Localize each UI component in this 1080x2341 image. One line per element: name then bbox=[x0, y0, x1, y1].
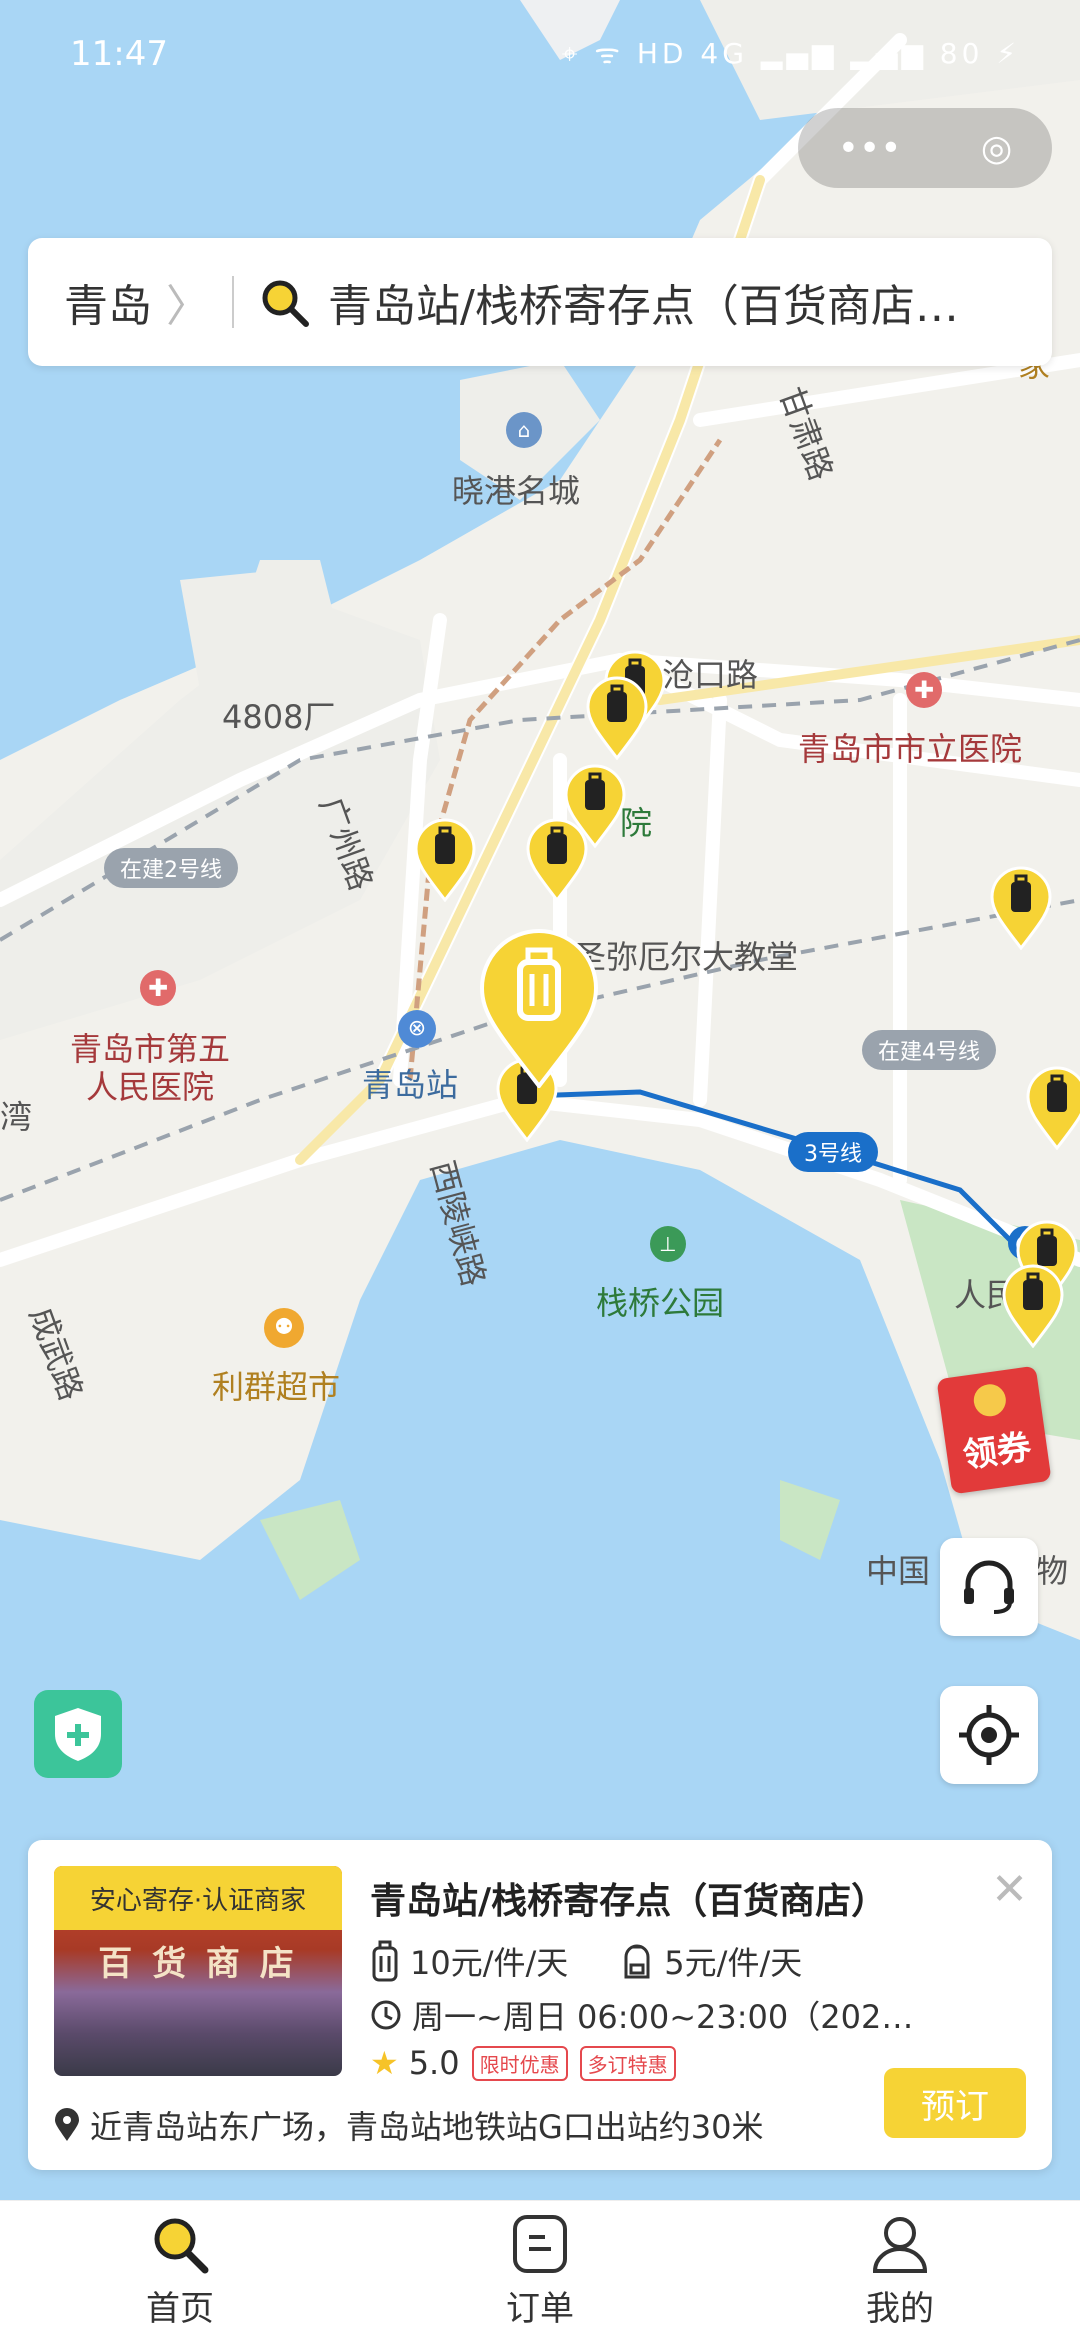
price-small: 5元/件/天 bbox=[664, 1944, 803, 1982]
status-bar: 11:47 ⌖ ᯤ HD 4G ▂▄▆ ▂▄▆ 80 ⚡ bbox=[0, 0, 1080, 100]
location-pin-icon bbox=[55, 2108, 79, 2141]
tab-home-label: 首页 bbox=[146, 2288, 214, 2329]
storage-pin-icon[interactable] bbox=[990, 866, 1052, 950]
tab-profile-label: 我的 bbox=[866, 2288, 934, 2329]
train-station-poi-icon[interactable]: ⊗ bbox=[398, 1010, 436, 1048]
status-icons: ⌖ ᯤ HD 4G ▂▄▆ ▂▄▆ 80 ⚡ bbox=[561, 37, 1020, 70]
address-text: 近青岛站东广场，青岛站地铁站G口出站约30米 bbox=[90, 2108, 764, 2146]
map-label-hospital-city[interactable]: 青岛市市立医院 bbox=[798, 724, 1022, 770]
storage-pin-icon[interactable] bbox=[414, 818, 476, 902]
address-row: 近青岛站东广场，青岛站地铁站G口出站约30米 bbox=[54, 2102, 764, 2148]
certified-merchant-badge: 安心寄存·认证商家 bbox=[54, 1866, 342, 1930]
coupon-label: 领券 bbox=[960, 1427, 1034, 1477]
map-label-cangkou-road: 沧口路 bbox=[662, 656, 759, 694]
map-label-liqun-market[interactable]: 利群超市 bbox=[212, 1362, 340, 1408]
bottom-tab-bar: 首页 订单 我的 bbox=[0, 2200, 1080, 2341]
map-label-factory[interactable]: 4808厂 bbox=[222, 692, 335, 738]
coupon-seal-icon bbox=[971, 1382, 1008, 1419]
storage-pin-icon[interactable] bbox=[1002, 1264, 1064, 1348]
search-input[interactable]: 青岛站/栈桥寄存点（百货商店… bbox=[328, 270, 1028, 334]
metro-line-4-badge: 在建4号线 bbox=[862, 1030, 996, 1070]
metro-line-3-badge: 3号线 bbox=[788, 1132, 878, 1172]
storage-title: 青岛站/栈桥寄存点（百货商店） bbox=[370, 1881, 888, 1922]
search-icon bbox=[262, 280, 309, 327]
clock-icon bbox=[371, 2000, 401, 2030]
storage-photo[interactable]: 百 货 商 店 安心寄存·认证商家 bbox=[54, 1866, 342, 2076]
park-poi-icon[interactable]: ⊥ bbox=[650, 1226, 686, 1262]
map-label-zhongguo[interactable]: 中国 bbox=[866, 1546, 930, 1592]
order-icon bbox=[513, 2214, 567, 2273]
shopping-poi-icon[interactable]: ⚉ bbox=[264, 1308, 304, 1348]
coupon-button[interactable]: 领券 bbox=[936, 1365, 1054, 1495]
price-row: 10元/件/天 5元/件/天 bbox=[370, 1938, 802, 1984]
close-target-icon[interactable]: ◎ bbox=[981, 128, 1012, 169]
tab-home[interactable]: 首页 bbox=[0, 2201, 360, 2341]
storage-pin-icon[interactable] bbox=[1026, 1066, 1080, 1150]
hours-row: 周一~周日 06:00~23:00（202… bbox=[370, 1992, 913, 2038]
backpack-icon bbox=[624, 1944, 650, 1979]
status-time: 11:47 bbox=[70, 34, 168, 74]
price-large: 10元/件/天 bbox=[410, 1944, 569, 1982]
user-icon bbox=[872, 2216, 928, 2273]
map-label-wan: 湾 bbox=[0, 1098, 33, 1136]
suitcase-icon bbox=[372, 1940, 398, 1982]
search-icon bbox=[154, 2218, 209, 2273]
map-label-hospital-5-line2[interactable]: 人民医院 bbox=[86, 1062, 214, 1108]
map-label-xiaogang[interactable]: 晓港名城 bbox=[452, 466, 580, 512]
metro-line-2-badge: 在建2号线 bbox=[104, 848, 238, 888]
search-bar[interactable]: 青岛 〉 青岛站/栈桥寄存点（百货商店… bbox=[28, 238, 1052, 366]
selected-storage-pin-icon[interactable] bbox=[478, 928, 600, 1088]
home-poi-icon[interactable]: ⌂ bbox=[506, 412, 542, 448]
search-divider bbox=[232, 276, 234, 328]
insurance-button[interactable] bbox=[34, 1690, 122, 1778]
storage-info-card[interactable]: 百 货 商 店 安心寄存·认证商家 青岛站/栈桥寄存点（百货商店） ✕ 10元/… bbox=[28, 1840, 1052, 2170]
book-button[interactable]: 预订 bbox=[884, 2068, 1026, 2138]
customer-service-button[interactable] bbox=[940, 1538, 1038, 1636]
locate-icon bbox=[959, 1705, 1019, 1765]
tab-profile[interactable]: 我的 bbox=[720, 2201, 1080, 2341]
tab-orders-label: 订单 bbox=[506, 2288, 574, 2329]
locate-button[interactable] bbox=[940, 1686, 1038, 1784]
more-icon[interactable]: ••• bbox=[838, 128, 902, 169]
opening-hours: 周一~周日 06:00~23:00（202… bbox=[412, 1998, 914, 2036]
red-envelope-icon: 领券 bbox=[936, 1365, 1052, 1495]
miniapp-capsule: ••• ◎ bbox=[798, 108, 1052, 188]
shield-plus-icon bbox=[55, 1708, 101, 1761]
map-label-zhanqiao-park[interactable]: 栈桥公园 bbox=[596, 1278, 724, 1324]
storage-pin-icon[interactable] bbox=[586, 676, 648, 760]
headset-icon bbox=[964, 1560, 1014, 1614]
city-selector[interactable]: 青岛 bbox=[64, 270, 152, 334]
storage-pin-icon[interactable] bbox=[526, 818, 588, 902]
hospital-poi-icon[interactable]: ✚ bbox=[140, 970, 176, 1006]
multi-order-tag: 多订特惠 bbox=[579, 2045, 676, 2081]
tab-orders[interactable]: 订单 bbox=[360, 2201, 720, 2341]
map-label-church[interactable]: 圣弥厄尔大教堂 bbox=[574, 932, 798, 978]
rating-row: ★ 5.0 限时优惠 多订特惠 bbox=[370, 2044, 676, 2082]
limited-offer-tag: 限时优惠 bbox=[471, 2045, 568, 2081]
close-icon[interactable]: ✕ bbox=[991, 1864, 1028, 1915]
rating-value: 5.0 bbox=[408, 2044, 460, 2082]
chevron-right-icon[interactable]: 〉 bbox=[166, 270, 210, 334]
map-label-wu: 物 bbox=[1036, 1552, 1069, 1590]
map-label-station[interactable]: 青岛站 bbox=[362, 1060, 458, 1106]
hospital-poi-icon[interactable]: ✚ bbox=[906, 672, 942, 708]
star-icon: ★ bbox=[370, 2044, 399, 2082]
photo-shop-sign: 百 货 商 店 bbox=[98, 1944, 298, 1984]
